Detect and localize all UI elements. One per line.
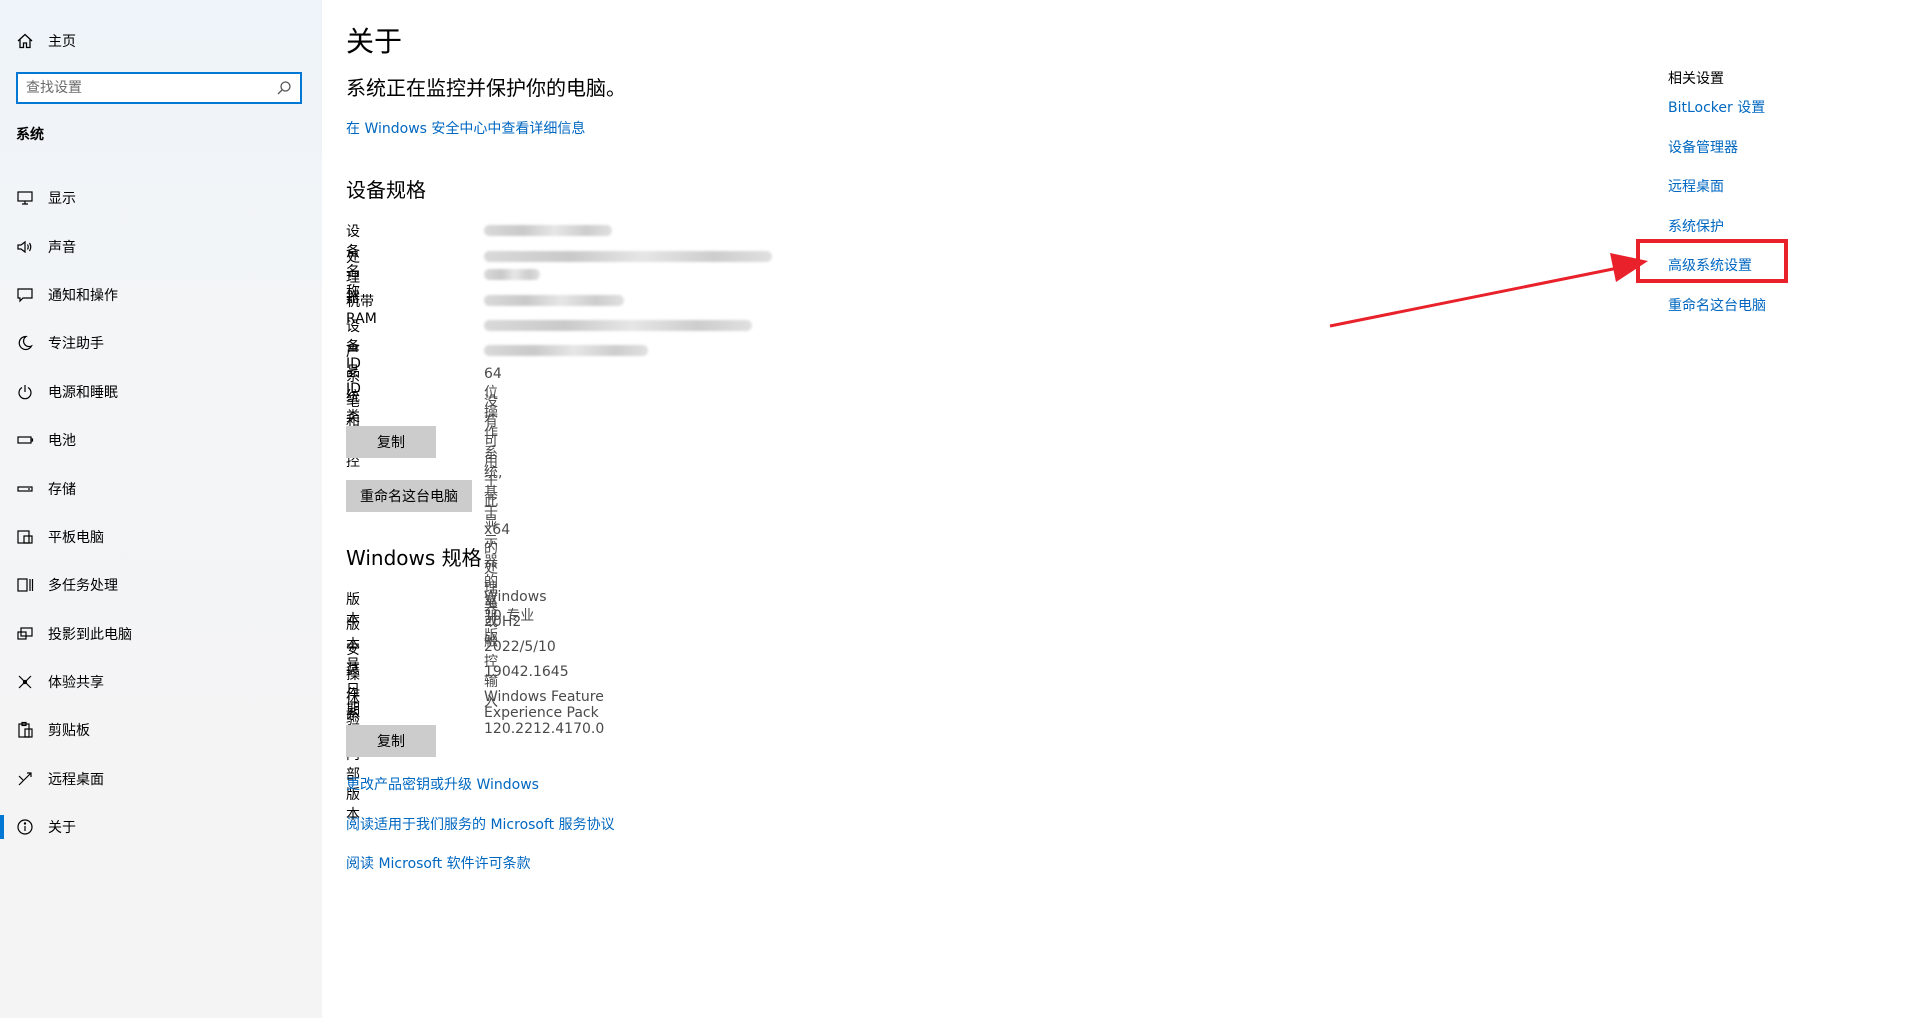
sidebar: 主页 系统 显示 声音 通知和操作 专注助手 电源和睡眠 bbox=[0, 0, 322, 1018]
windows-specs-heading: Windows 规格 bbox=[346, 546, 482, 570]
sidebar-item-label: 多任务处理 bbox=[48, 578, 118, 595]
services-agreement-link[interactable]: 阅读适用于我们服务的 Microsoft 服务协议 bbox=[346, 814, 615, 834]
sidebar-item-power-sleep[interactable]: 电源和睡眠 bbox=[0, 368, 322, 416]
spec-value: 没有可用于此显示器的笔或触控输入 bbox=[484, 394, 498, 710]
advanced-system-settings-link[interactable]: 高级系统设置 bbox=[1668, 252, 1888, 292]
sidebar-item-label: 通知和操作 bbox=[48, 287, 118, 304]
sidebar-item-label: 远程桌面 bbox=[48, 771, 104, 788]
spec-value: Windows Feature Experience Pack 120.2212… bbox=[484, 689, 605, 737]
sidebar-item-label: 投影到此电脑 bbox=[48, 626, 132, 643]
power-icon bbox=[16, 383, 34, 401]
related-settings-title: 相关设置 bbox=[1668, 71, 1724, 87]
sidebar-item-sound[interactable]: 声音 bbox=[0, 222, 322, 270]
sidebar-item-display[interactable]: 显示 bbox=[0, 174, 322, 222]
spec-value: 20H2 bbox=[484, 614, 522, 630]
security-center-link[interactable]: 在 Windows 安全中心中查看详细信息 bbox=[346, 118, 585, 138]
home-icon bbox=[17, 33, 33, 49]
multitask-icon bbox=[16, 576, 34, 594]
sidebar-item-label: 存储 bbox=[48, 481, 76, 498]
sidebar-item-remote-desktop[interactable]: 远程桌面 bbox=[0, 755, 322, 803]
device-manager-link[interactable]: 设备管理器 bbox=[1668, 134, 1888, 174]
blurred-value bbox=[484, 345, 648, 356]
sidebar-item-label: 平板电脑 bbox=[48, 529, 104, 546]
sidebar-item-shared-experiences[interactable]: 体验共享 bbox=[0, 658, 322, 706]
sidebar-item-label: 关于 bbox=[48, 820, 76, 837]
share-icon bbox=[16, 673, 34, 691]
blurred-value bbox=[484, 269, 540, 280]
sidebar-item-clipboard[interactable]: 剪贴板 bbox=[0, 706, 322, 754]
sidebar-item-battery[interactable]: 电池 bbox=[0, 416, 322, 464]
sidebar-item-label: 显示 bbox=[48, 191, 76, 208]
related-settings: 相关设置 BitLocker 设置 设备管理器 远程桌面 系统保护 高级系统设置… bbox=[1668, 68, 1888, 331]
sidebar-item-label: 电池 bbox=[48, 433, 76, 450]
bitlocker-settings-link[interactable]: BitLocker 设置 bbox=[1668, 94, 1888, 134]
blurred-value bbox=[484, 225, 612, 236]
tablet-icon bbox=[16, 528, 34, 546]
sidebar-item-storage[interactable]: 存储 bbox=[0, 464, 322, 512]
sidebar-nav: 显示 声音 通知和操作 专注助手 电源和睡眠 电池 存储 平板电脑 多任务处理 … bbox=[0, 174, 322, 851]
sidebar-item-label: 剪贴板 bbox=[48, 723, 90, 740]
search-box[interactable] bbox=[16, 72, 302, 104]
change-product-key-link[interactable]: 更改产品密钥或升级 Windows bbox=[346, 774, 539, 794]
spec-key: 体验 bbox=[346, 692, 360, 728]
rename-pc-button[interactable]: 重命名这台电脑 bbox=[346, 480, 472, 512]
sidebar-item-notifications[interactable]: 通知和操作 bbox=[0, 271, 322, 319]
sidebar-item-label: 电源和睡眠 bbox=[48, 384, 118, 401]
remote-icon bbox=[16, 770, 34, 788]
home-label: 主页 bbox=[48, 34, 76, 50]
device-specs-heading: 设备规格 bbox=[346, 178, 426, 202]
notification-icon bbox=[16, 286, 34, 304]
storage-icon bbox=[16, 480, 34, 498]
sidebar-item-multitasking[interactable]: 多任务处理 bbox=[0, 561, 322, 609]
remote-desktop-link[interactable]: 远程桌面 bbox=[1668, 173, 1888, 213]
sidebar-item-label: 体验共享 bbox=[48, 675, 104, 692]
rename-this-pc-link[interactable]: 重命名这台电脑 bbox=[1668, 292, 1888, 332]
search-icon[interactable] bbox=[276, 80, 292, 96]
copy-device-specs-button[interactable]: 复制 bbox=[346, 426, 436, 458]
spec-value: 2022/5/10 bbox=[484, 639, 556, 655]
blurred-value bbox=[484, 251, 772, 262]
monitor-icon bbox=[16, 189, 34, 207]
sidebar-item-tablet[interactable]: 平板电脑 bbox=[0, 513, 322, 561]
copy-windows-specs-button[interactable]: 复制 bbox=[346, 725, 436, 757]
license-terms-link[interactable]: 阅读 Microsoft 软件许可条款 bbox=[346, 853, 531, 873]
system-protection-link[interactable]: 系统保护 bbox=[1668, 213, 1888, 253]
search-input[interactable] bbox=[18, 75, 276, 101]
section-title: 系统 bbox=[16, 127, 44, 143]
home-nav-item[interactable]: 主页 bbox=[16, 28, 76, 54]
info-icon bbox=[16, 818, 34, 836]
blurred-value bbox=[484, 320, 752, 331]
speaker-icon bbox=[16, 238, 34, 256]
sidebar-item-label: 专注助手 bbox=[48, 336, 104, 353]
spec-value: 19042.1645 bbox=[484, 664, 569, 680]
clipboard-icon bbox=[16, 721, 34, 739]
sidebar-item-focus-assist[interactable]: 专注助手 bbox=[0, 319, 322, 367]
page-title: 关于 bbox=[346, 25, 403, 58]
sidebar-item-label: 声音 bbox=[48, 239, 76, 256]
sidebar-item-about[interactable]: 关于 bbox=[0, 803, 322, 851]
project-icon bbox=[16, 625, 34, 643]
sidebar-item-project[interactable]: 投影到此电脑 bbox=[0, 610, 322, 658]
moon-icon bbox=[16, 334, 34, 352]
protection-status-text: 系统正在监控并保护你的电脑。 bbox=[346, 76, 626, 100]
battery-icon bbox=[16, 431, 34, 449]
blurred-value bbox=[484, 295, 624, 306]
